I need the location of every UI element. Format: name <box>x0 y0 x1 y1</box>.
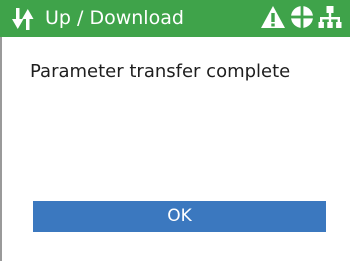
updown-transfer-icon <box>12 7 34 31</box>
network-icon <box>318 5 342 33</box>
ok-button[interactable]: OK <box>33 201 326 232</box>
header-bar: Up / Download <box>0 0 350 37</box>
page-title: Up / Download <box>45 7 184 29</box>
status-icons <box>260 5 342 33</box>
status-message: Parameter transfer complete <box>30 61 291 82</box>
screen: Up / Download Parameter transfer complet… <box>0 0 350 261</box>
warning-icon <box>260 5 286 33</box>
target-icon <box>290 5 314 33</box>
left-border <box>0 37 2 261</box>
